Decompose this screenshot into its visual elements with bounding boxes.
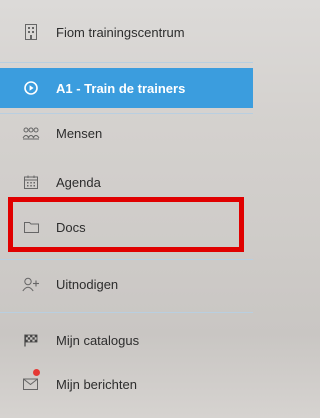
menu-item-label: Mijn berichten: [56, 376, 137, 392]
checkered-flag-icon: [22, 331, 40, 349]
menu-item-label: Agenda: [56, 174, 101, 190]
menu-item-label: Mensen: [56, 125, 103, 141]
divider: [0, 312, 253, 313]
play-circle-icon: [22, 79, 40, 97]
menu-item-label: A1 - Train de trainers: [56, 80, 186, 96]
calendar-icon: [22, 173, 40, 191]
menu-item-docs[interactable]: Docs: [0, 208, 253, 246]
menu-item-label: Mijn catalogus: [56, 332, 140, 348]
menu-item-agenda[interactable]: Agenda: [0, 162, 253, 202]
menu-item-mensen[interactable]: Mensen: [0, 113, 253, 153]
menu-item-organization[interactable]: Fiom trainingscentrum: [0, 12, 253, 52]
menu-item-label: Fiom trainingscentrum: [56, 24, 185, 40]
folder-icon: [22, 218, 40, 236]
divider: [0, 259, 253, 260]
menu-item-catalogus[interactable]: Mijn catalogus: [0, 320, 253, 360]
menu-item-label: Uitnodigen: [56, 276, 119, 292]
envelope-icon: [22, 375, 40, 393]
divider: [0, 62, 253, 63]
sidebar-menu: Fiom trainingscentrum A1 - Train de trai…: [0, 0, 253, 418]
menu-item-uitnodigen[interactable]: Uitnodigen: [0, 264, 253, 304]
menu-item-active-training[interactable]: A1 - Train de trainers: [0, 68, 253, 108]
menu-item-label: Docs: [56, 219, 86, 235]
user-plus-icon: [22, 275, 40, 293]
building-icon: [22, 23, 40, 41]
people-group-icon: [22, 124, 40, 142]
notification-dot: [33, 369, 40, 376]
